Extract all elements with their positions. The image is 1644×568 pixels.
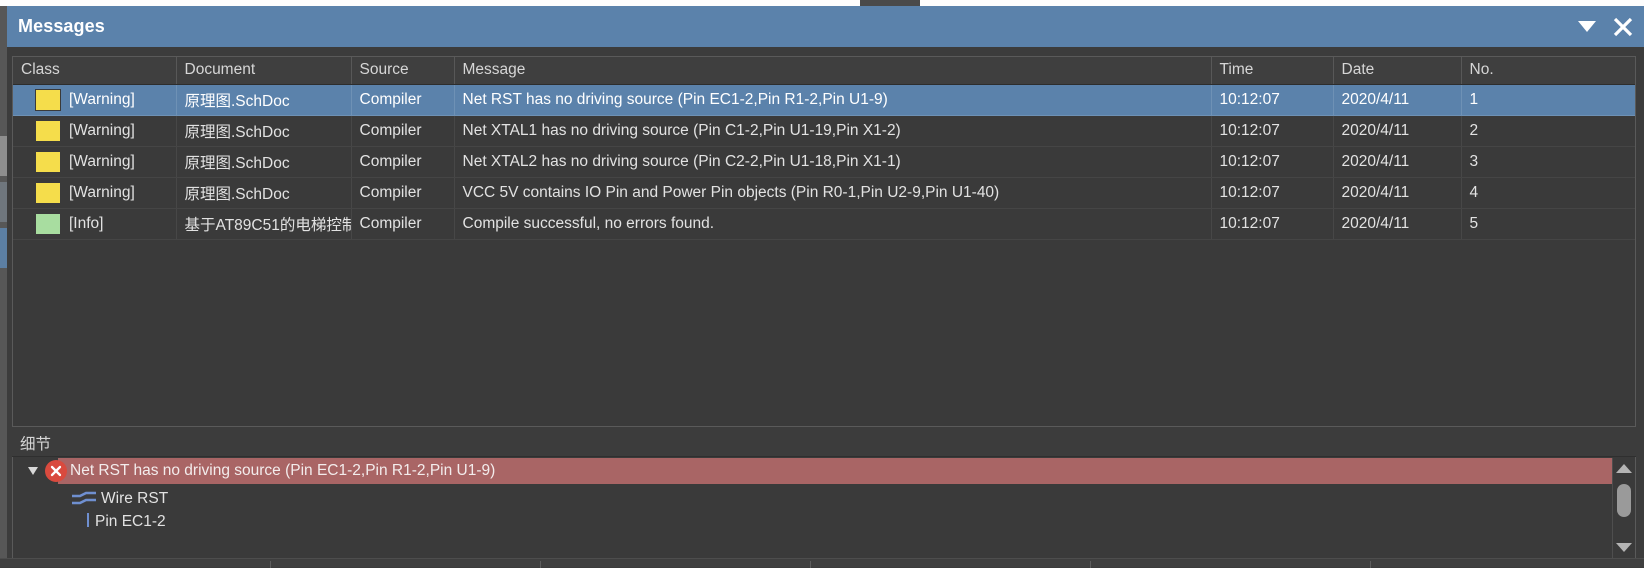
column-header-source[interactable]: Source [351, 57, 455, 85]
table-row[interactable]: [Warning] 原理图.SchDoc Compiler Net RST has n… [13, 84, 1635, 116]
class-cell-content: [Warning] [13, 85, 175, 115]
titlebar-buttons [1576, 6, 1634, 47]
left-edge-marker-3 [0, 228, 7, 268]
class-cell-content: [Warning] [13, 147, 175, 177]
cell-message: Net RST has no driving source (Pin EC1-2… [454, 84, 1212, 116]
scrollbar-thumb[interactable] [1617, 484, 1631, 517]
cell-date: 2020/4/11 [1333, 146, 1462, 178]
left-edge-marker-2 [0, 182, 7, 222]
cell-document: 原理图.SchDoc [176, 115, 352, 147]
cell-source: Compiler [351, 84, 455, 116]
column-header-document[interactable]: Document [176, 57, 352, 85]
cell-time: 10:12:07 [1211, 177, 1334, 209]
error-circle-icon [45, 460, 67, 482]
details-vertical-scrollbar[interactable] [1612, 458, 1634, 558]
details-pane[interactable]: Net RST has no driving source (Pin EC1-2… [12, 457, 1636, 560]
severity-label: [Warning] [69, 121, 135, 139]
desktop-left-edge [0, 6, 7, 567]
cell-time: 10:12:07 [1211, 115, 1334, 147]
column-header-class[interactable]: Class [13, 57, 177, 85]
table-row[interactable]: [Warning] 原理图.SchDoc Compiler Net XTAL1 has… [13, 115, 1635, 147]
cell-class: [Info] [13, 208, 177, 240]
messages-table-body: [Warning] 原理图.SchDoc Compiler Net RST has n… [13, 84, 1635, 240]
details-wire-label: Wire RST [101, 490, 169, 507]
table-row[interactable]: [Warning] 原理图.SchDoc Compiler Net XTAL2 has… [13, 146, 1635, 178]
desktop-bottom-strip [0, 558, 1644, 568]
cell-source: Compiler [351, 146, 455, 178]
details-tree-node-pin[interactable]: Pin EC1-2 [13, 513, 1612, 533]
cell-document: 原理图.SchDoc [176, 146, 352, 178]
wire-icon [71, 491, 97, 507]
scroll-up-icon[interactable] [1613, 458, 1635, 480]
cell-no: 5 [1461, 208, 1635, 240]
cell-time: 10:12:07 [1211, 208, 1334, 240]
details-tree-node-wire[interactable]: Wire RST [13, 485, 1612, 513]
severity-swatch-warning [35, 150, 61, 173]
grid-empty-area [13, 240, 1635, 426]
cell-time: 10:12:07 [1211, 84, 1334, 116]
class-cell-content: [Warning] [13, 116, 175, 146]
severity-swatch-warning [35, 88, 61, 111]
cell-time: 10:12:07 [1211, 146, 1334, 178]
column-header-message[interactable]: Message [454, 57, 1212, 85]
messages-table: Class Document Source Message Time Date … [13, 57, 1635, 240]
table-row[interactable]: [Warning] 原理图.SchDoc Compiler VCC 5V contai… [13, 177, 1635, 209]
window-title: Messages [18, 16, 105, 36]
titlebar[interactable]: Messages [7, 6, 1644, 47]
cell-no: 1 [1461, 84, 1635, 116]
column-header-time[interactable]: Time [1211, 57, 1334, 85]
severity-swatch-info [35, 212, 61, 235]
cell-source: Compiler [351, 177, 455, 209]
cell-class: [Warning] [13, 146, 177, 178]
close-icon[interactable] [1612, 16, 1634, 38]
cell-date: 2020/4/11 [1333, 115, 1462, 147]
severity-label: [Warning] [69, 152, 135, 170]
pin-connector-line [87, 513, 89, 527]
cell-document: 原理图.SchDoc [176, 84, 352, 116]
details-pane-header: 细节 [12, 432, 1636, 457]
cell-class: [Warning] [13, 177, 177, 209]
dropdown-arrow-icon[interactable] [1576, 16, 1598, 38]
cell-message: Net XTAL1 has no driving source (Pin C1-… [454, 115, 1212, 147]
cell-document: 基于AT89C51的电梯控制 [176, 208, 352, 240]
cell-date: 2020/4/11 [1333, 84, 1462, 116]
cell-no: 2 [1461, 115, 1635, 147]
cell-message: Net XTAL2 has no driving source (Pin C2-… [454, 146, 1212, 178]
cell-no: 4 [1461, 177, 1635, 209]
cell-date: 2020/4/11 [1333, 208, 1462, 240]
left-edge-marker-1 [0, 136, 7, 176]
details-tree[interactable]: Net RST has no driving source (Pin EC1-2… [13, 457, 1612, 559]
cell-source: Compiler [351, 208, 455, 240]
table-row[interactable]: [Info] 基于AT89C51的电梯控制 Compiler Compile succ… [13, 208, 1635, 240]
cell-source: Compiler [351, 115, 455, 147]
cell-class: [Warning] [13, 115, 177, 147]
cell-no: 3 [1461, 146, 1635, 178]
column-header-date[interactable]: Date [1333, 57, 1462, 85]
severity-swatch-warning [35, 181, 61, 204]
details-tree-node-error[interactable]: Net RST has no driving source (Pin EC1-2… [13, 457, 1612, 485]
severity-label: [Warning] [69, 90, 135, 108]
class-cell-content: [Info] [13, 209, 175, 239]
scroll-down-icon[interactable] [1613, 536, 1635, 558]
details-error-label: Net RST has no driving source (Pin EC1-2… [58, 458, 1612, 484]
column-header-no[interactable]: No. [1461, 57, 1635, 85]
class-cell-content: [Warning] [13, 178, 175, 208]
panel-body: Class Document Source Message Time Date … [7, 47, 1644, 567]
cell-date: 2020/4/11 [1333, 177, 1462, 209]
severity-swatch-warning [35, 119, 61, 142]
messages-panel-window: Messages Class Document Source Message T… [0, 0, 1644, 568]
cell-message: VCC 5V contains IO Pin and Power Pin obj… [454, 177, 1212, 209]
expand-collapse-triangle-icon[interactable] [28, 467, 38, 475]
table-header-row: Class Document Source Message Time Date … [13, 57, 1635, 85]
details-pin-label: Pin EC1-2 [95, 513, 166, 530]
messages-grid[interactable]: Class Document Source Message Time Date … [12, 56, 1636, 427]
severity-label: [Warning] [69, 183, 135, 201]
severity-label: [Info] [69, 214, 104, 232]
cell-class: [Warning] [13, 84, 177, 116]
cell-document: 原理图.SchDoc [176, 177, 352, 209]
cell-message: Compile successful, no errors found. [454, 208, 1212, 240]
